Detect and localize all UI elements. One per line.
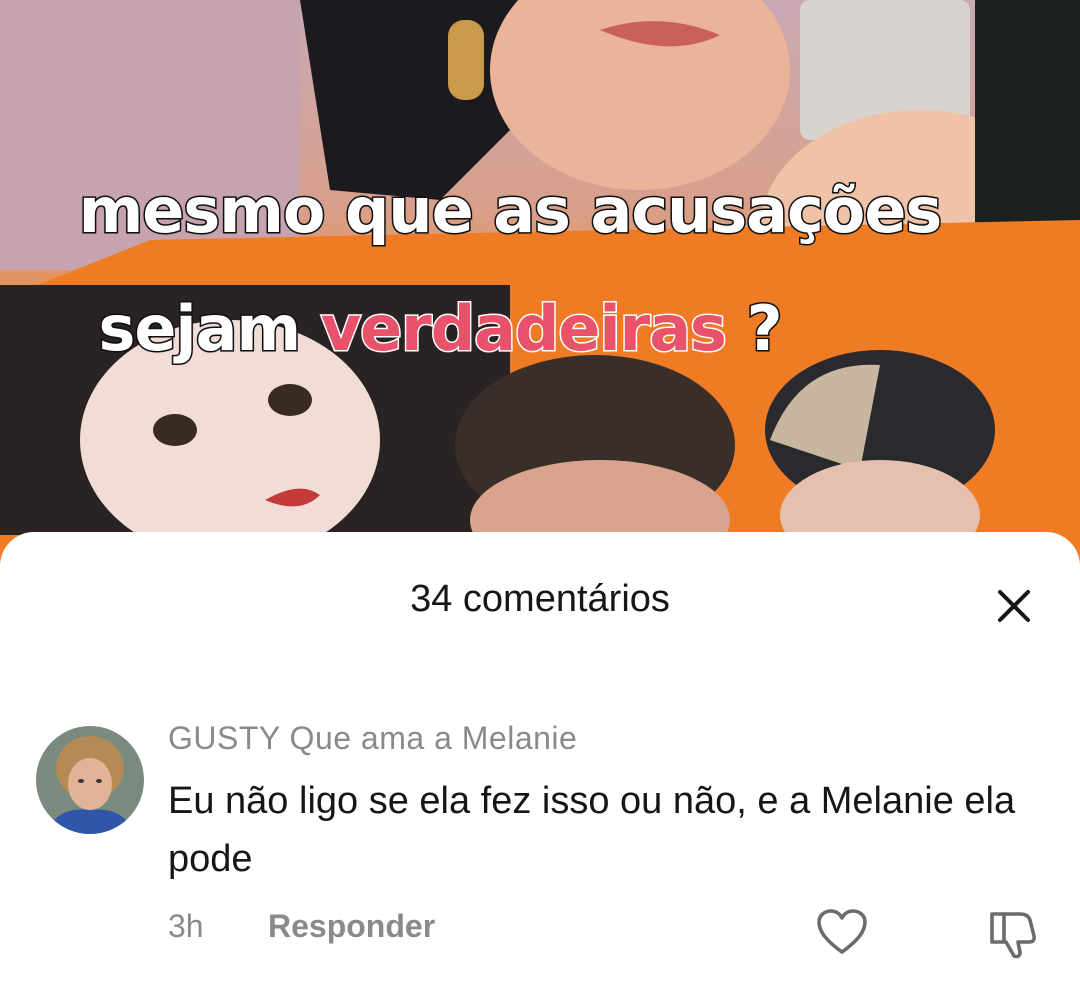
comment-item: GUSTY Que ama a Melanie Eu não ligo se e… — [0, 710, 1080, 970]
caption-highlight-verdadeiras: verdadeiras — [319, 292, 728, 365]
video-caption-line-1: mesmo que as acusações — [77, 174, 944, 247]
video-player[interactable]: mesmo que as acusações sejam verdadeiras… — [0, 0, 1080, 580]
like-button[interactable] — [816, 908, 868, 956]
close-icon — [998, 590, 1030, 622]
comments-count-title: 34 comentários — [410, 578, 670, 620]
video-frame-image — [0, 0, 1080, 580]
reply-button[interactable]: Responder — [268, 908, 435, 945]
dislike-button[interactable] — [986, 906, 1040, 960]
comment-timestamp: 3h — [168, 908, 204, 944]
heart-icon — [817, 909, 867, 954]
avatar[interactable] — [36, 726, 144, 834]
caption-word-sejam: sejam — [97, 292, 303, 365]
caption-question-mark: ? — [745, 292, 784, 365]
screen: mesmo que as acusações sejam verdadeiras… — [0, 0, 1080, 998]
thumbs-down-icon — [990, 912, 1036, 959]
close-button[interactable] — [990, 582, 1038, 630]
video-caption-line-2: sejam verdadeiras ? — [30, 296, 850, 361]
comment-username[interactable]: GUSTY Que ama a Melanie — [168, 720, 577, 757]
user-avatar-icon — [36, 726, 144, 834]
comment-text: Eu não ligo se ela fez isso ou não, e a … — [168, 780, 1016, 880]
